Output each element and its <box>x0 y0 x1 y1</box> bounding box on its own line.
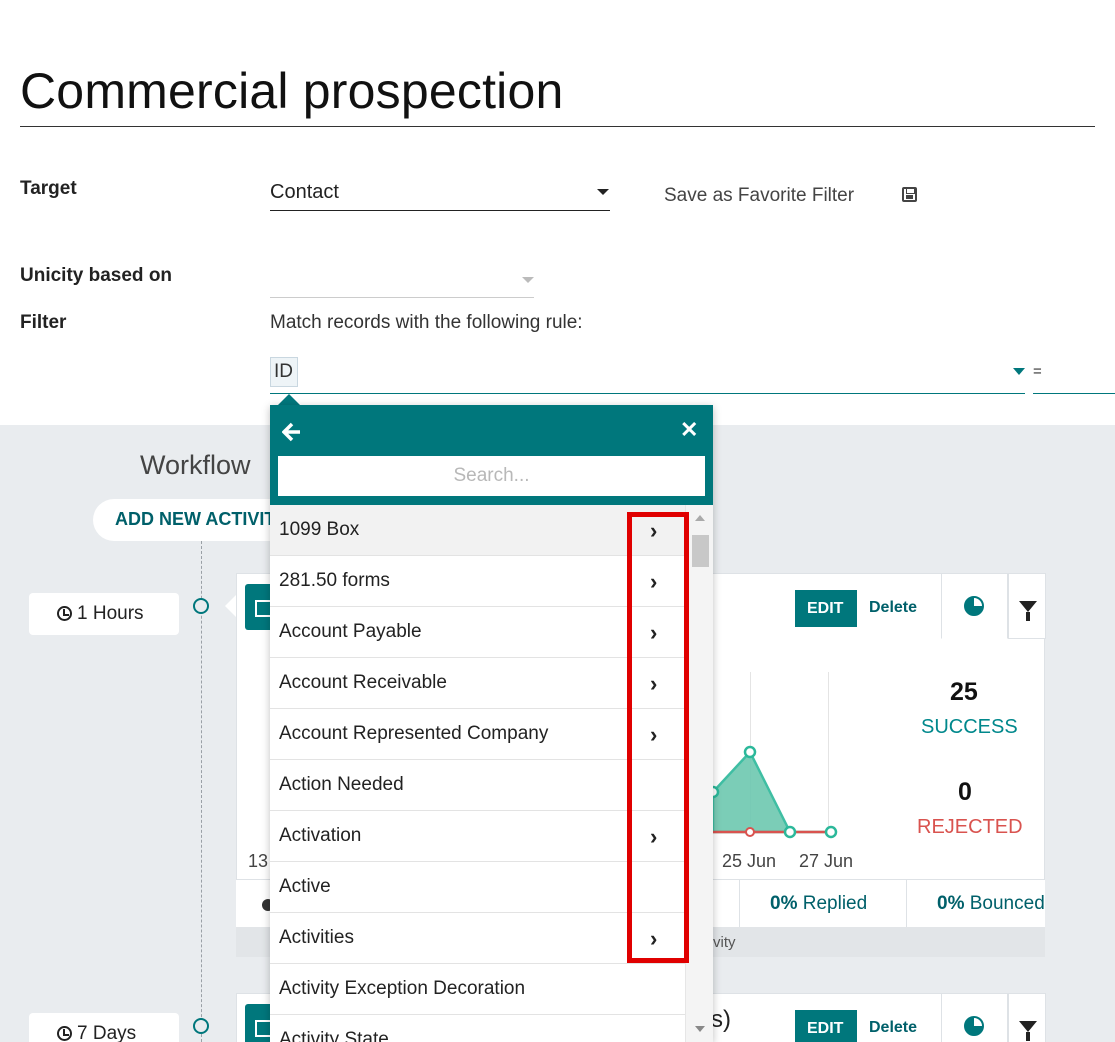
field-list-item[interactable]: Activity Exception Decoration <box>270 964 685 1015</box>
title-divider <box>20 126 1095 127</box>
field-list-item-label: Activities <box>279 927 354 948</box>
field-list-item-label: Account Receivable <box>279 672 447 693</box>
activity-delay-pill: 1 Hours <box>29 593 179 635</box>
timeline-line <box>201 541 202 1042</box>
chart-x-label: 25 Jun <box>722 851 777 871</box>
field-list-item-label: Account Payable <box>279 621 422 642</box>
scroll-thumb[interactable] <box>692 535 709 567</box>
success-count: 25 <box>950 678 978 706</box>
popover-header: ✕ <box>270 405 713 505</box>
filter-field-chip[interactable]: ID <box>270 357 298 387</box>
workflow-title: Workflow <box>140 450 251 480</box>
activity-chart <box>713 745 838 839</box>
field-list-item[interactable]: Account Receivable › <box>270 658 685 709</box>
field-list-item-label: 1099 Box <box>279 519 360 540</box>
target-select[interactable]: Contact <box>270 181 339 204</box>
filter-field-underline <box>270 393 1025 394</box>
rejected-label: REJECTED <box>917 816 1023 838</box>
unicity-select[interactable] <box>270 265 520 293</box>
filter-rule-text: Match records with the following rule: <box>270 312 583 333</box>
field-list-item-label: Activity State <box>279 1029 389 1042</box>
replied-pct: 0% <box>770 893 798 914</box>
chevron-highlight-box <box>627 512 689 963</box>
field-list-item-label: Activity Exception Decoration <box>279 978 526 999</box>
delete-button[interactable]: Delete <box>869 1019 917 1037</box>
field-list-item-label: 281.50 forms <box>279 570 390 591</box>
field-list-item-label: Action Needed <box>279 774 404 795</box>
filter-label: Filter <box>20 312 67 333</box>
chart-point <box>713 785 720 799</box>
rejected-count: 0 <box>958 778 972 806</box>
close-icon[interactable]: ✕ <box>680 419 698 441</box>
timeline-node <box>193 1018 209 1034</box>
field-list-item-label: Activation <box>279 825 362 846</box>
activity-footer-text: vity <box>713 934 736 951</box>
filter-operator-underline <box>1033 393 1115 394</box>
stat-replied[interactable]: 0% Replied <box>739 880 906 928</box>
tab-graph[interactable] <box>941 573 1008 639</box>
back-arrow-icon[interactable] <box>282 422 302 442</box>
field-list: 1099 Box › 281.50 forms › Account Payable › Ac… <box>270 505 685 1042</box>
chart-x-label: 13 <box>248 851 269 871</box>
popover-scrollbar[interactable] <box>685 505 713 1042</box>
target-label: Target <box>20 178 77 199</box>
field-list-item[interactable]: 281.50 forms › <box>270 556 685 607</box>
filter-icon <box>1019 1021 1037 1041</box>
field-list-item[interactable]: Activities › <box>270 913 685 964</box>
field-search-input[interactable] <box>278 456 705 496</box>
scroll-down-icon[interactable] <box>695 1026 705 1032</box>
pie-chart-icon <box>964 596 984 616</box>
field-list-item[interactable]: Active <box>270 862 685 913</box>
chart-point <box>743 745 757 759</box>
success-area <box>713 749 831 834</box>
activity-pointer <box>225 595 236 617</box>
chart-point <box>783 825 797 839</box>
replied-label: Replied <box>802 893 868 914</box>
target-dropdown-icon[interactable] <box>597 189 609 195</box>
dropdown-pointer <box>278 394 300 405</box>
unicity-label: Unicity based on <box>20 265 173 286</box>
unicity-underline <box>270 297 534 298</box>
timeline-node <box>193 598 209 614</box>
edit-button[interactable]: EDIT <box>795 1010 857 1042</box>
delete-button[interactable]: Delete <box>869 599 917 617</box>
field-list-item[interactable]: 1099 Box › <box>270 505 685 556</box>
tab-graph[interactable] <box>941 993 1008 1042</box>
clock-icon <box>57 606 72 621</box>
scroll-up-icon[interactable] <box>695 515 705 521</box>
bounced-label: Bounced <box>969 893 1045 914</box>
field-list-item[interactable]: Action Needed <box>270 760 685 811</box>
field-list-item[interactable]: Activity State <box>270 1015 685 1042</box>
field-list-item[interactable]: Account Payable › <box>270 607 685 658</box>
field-list-item-label: Active <box>279 876 331 897</box>
field-list-item-label: Account Represented Company <box>279 723 549 744</box>
activity-delay: 7 Days <box>77 1023 137 1042</box>
activity-title-fragment: s) <box>711 1006 731 1033</box>
pie-chart-icon <box>964 1016 984 1036</box>
filter-operator[interactable]: = <box>1033 363 1042 380</box>
target-underline <box>270 210 610 211</box>
filter-field-dropdown-icon[interactable] <box>1013 368 1025 375</box>
save-favorite-filter-link[interactable]: Save as Favorite Filter <box>664 185 854 207</box>
chart-point-rejected <box>745 827 755 837</box>
bounced-pct: 0% <box>937 893 965 914</box>
field-list-item[interactable]: Activation › <box>270 811 685 862</box>
save-floppy-icon[interactable] <box>902 187 917 202</box>
stat-bounced[interactable]: 0% Bounced <box>906 880 1045 928</box>
page-title: Commercial prospection <box>20 63 564 119</box>
chart-x-label: 27 Jun <box>799 851 854 871</box>
edit-button[interactable]: EDIT <box>795 590 857 627</box>
tab-filter[interactable] <box>1008 993 1046 1042</box>
success-label: SUCCESS <box>921 716 1018 738</box>
chart-point <box>824 825 838 839</box>
unicity-dropdown-icon[interactable] <box>522 277 534 283</box>
tab-filter[interactable] <box>1008 573 1046 639</box>
clock-icon <box>57 1026 72 1041</box>
activity-delay-pill: 7 Days <box>29 1013 179 1042</box>
filter-icon <box>1019 601 1037 621</box>
activity-delay: 1 Hours <box>77 603 144 624</box>
field-list-item[interactable]: Account Represented Company › <box>270 709 685 760</box>
page: Commercial prospection Target Contact Sa… <box>0 0 1115 1042</box>
